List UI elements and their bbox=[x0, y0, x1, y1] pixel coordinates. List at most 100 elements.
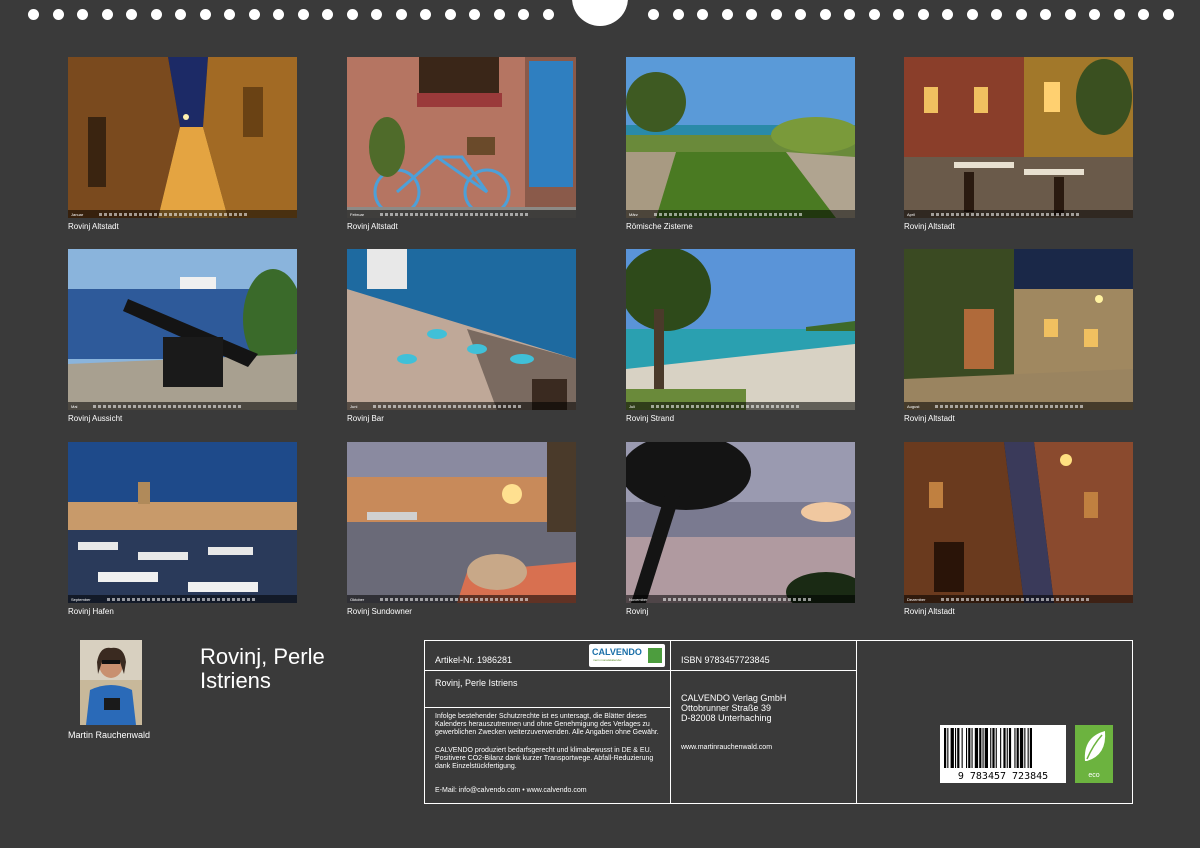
day-cell bbox=[108, 404, 112, 408]
day-cell bbox=[940, 404, 944, 408]
day-cell bbox=[216, 597, 220, 601]
day-cell bbox=[981, 212, 985, 216]
day-cell bbox=[380, 212, 384, 216]
day-cell bbox=[425, 212, 429, 216]
photo-tile-july: Juli Rovinj Strand bbox=[626, 249, 855, 423]
day-cell bbox=[515, 212, 519, 216]
day-cell bbox=[961, 597, 965, 601]
barcode-bar bbox=[1027, 728, 1029, 768]
day-cell bbox=[465, 597, 469, 601]
day-cell bbox=[666, 404, 670, 408]
hanger-cutout bbox=[572, 0, 628, 26]
photo-beach: Juli bbox=[626, 249, 855, 410]
barcode-bar bbox=[957, 728, 960, 768]
month-label: September bbox=[71, 596, 91, 602]
month-strip: August bbox=[904, 402, 1133, 410]
day-cell bbox=[975, 404, 979, 408]
day-cell bbox=[1045, 404, 1049, 408]
binding-hole bbox=[1138, 9, 1149, 20]
day-cell bbox=[251, 597, 255, 601]
day-cell bbox=[186, 597, 190, 601]
day-cell bbox=[1080, 404, 1084, 408]
day-cell bbox=[808, 597, 812, 601]
day-cell bbox=[1030, 404, 1034, 408]
photo-tile-september: September Rovinj Hafen bbox=[68, 442, 297, 616]
day-cell bbox=[703, 212, 707, 216]
barcode-bar bbox=[955, 728, 957, 768]
day-cell bbox=[743, 597, 747, 601]
leaf-icon bbox=[1084, 731, 1106, 761]
day-cell bbox=[208, 404, 212, 408]
day-cell bbox=[158, 404, 162, 408]
barcode-bar bbox=[961, 728, 963, 768]
day-cell bbox=[390, 212, 394, 216]
day-cell bbox=[423, 404, 427, 408]
day-cell bbox=[996, 212, 1000, 216]
day-cell bbox=[1015, 404, 1019, 408]
day-cell bbox=[718, 212, 722, 216]
day-cell bbox=[211, 597, 215, 601]
binding-hole bbox=[175, 9, 186, 20]
barcode-bar bbox=[1006, 728, 1008, 768]
day-cell bbox=[149, 212, 153, 216]
day-cell bbox=[990, 404, 994, 408]
day-cell bbox=[390, 597, 394, 601]
barcode-bar bbox=[1003, 728, 1006, 768]
day-cell bbox=[991, 597, 995, 601]
day-cell bbox=[126, 597, 130, 601]
day-cell bbox=[693, 212, 697, 216]
day-cell bbox=[656, 404, 660, 408]
day-cell bbox=[673, 597, 677, 601]
photo-tile-december: Dezember Rovinj Altstadt bbox=[904, 442, 1133, 616]
photo-bicycle: Februar bbox=[347, 57, 576, 218]
binding-hole bbox=[322, 9, 333, 20]
day-cell bbox=[931, 212, 935, 216]
logo-text: CALVENDO bbox=[592, 647, 642, 657]
photo-caption: Rovinj Altstadt bbox=[904, 414, 955, 423]
day-cell bbox=[500, 212, 504, 216]
day-cell bbox=[246, 597, 250, 601]
publisher-street: Ottobrunner Straße 39 bbox=[681, 703, 772, 713]
day-cell bbox=[1056, 212, 1060, 216]
photo-cannon: Mai bbox=[68, 249, 297, 410]
day-cell bbox=[153, 404, 157, 408]
binding-hole bbox=[1040, 9, 1051, 20]
day-cell bbox=[1056, 597, 1060, 601]
day-cell bbox=[1036, 597, 1040, 601]
day-cell bbox=[1076, 212, 1080, 216]
article-number: Artikel-Nr. 1986281 bbox=[435, 655, 513, 665]
month-label: Januar bbox=[71, 211, 84, 217]
day-cell bbox=[1036, 212, 1040, 216]
binding-hole bbox=[918, 9, 929, 20]
month-strip: Oktober bbox=[347, 595, 576, 603]
day-cell bbox=[510, 597, 514, 601]
day-cell bbox=[398, 404, 402, 408]
day-cell bbox=[410, 597, 414, 601]
day-cell bbox=[238, 404, 242, 408]
day-cell bbox=[119, 212, 123, 216]
day-cell bbox=[961, 212, 965, 216]
day-cell bbox=[696, 404, 700, 408]
day-cell bbox=[798, 212, 802, 216]
day-cell bbox=[950, 404, 954, 408]
binding-hole bbox=[942, 9, 953, 20]
day-cell bbox=[440, 597, 444, 601]
day-cell bbox=[663, 212, 667, 216]
month-strip: Juni bbox=[347, 402, 576, 410]
day-cell bbox=[783, 212, 787, 216]
divider bbox=[425, 707, 671, 708]
day-cell bbox=[498, 404, 502, 408]
day-cell bbox=[500, 597, 504, 601]
day-cell bbox=[141, 597, 145, 601]
day-cell bbox=[408, 404, 412, 408]
day-cell bbox=[445, 597, 449, 601]
day-cell bbox=[786, 404, 790, 408]
day-cell bbox=[748, 597, 752, 601]
day-cell bbox=[209, 212, 213, 216]
barcode-bar bbox=[984, 728, 988, 768]
photo-tile-april: April Rovinj Altstadt bbox=[904, 57, 1133, 231]
publisher-name: CALVENDO Verlag GmbH bbox=[681, 693, 787, 703]
day-cell bbox=[124, 212, 128, 216]
day-cell bbox=[383, 404, 387, 408]
day-cell bbox=[1026, 597, 1030, 601]
